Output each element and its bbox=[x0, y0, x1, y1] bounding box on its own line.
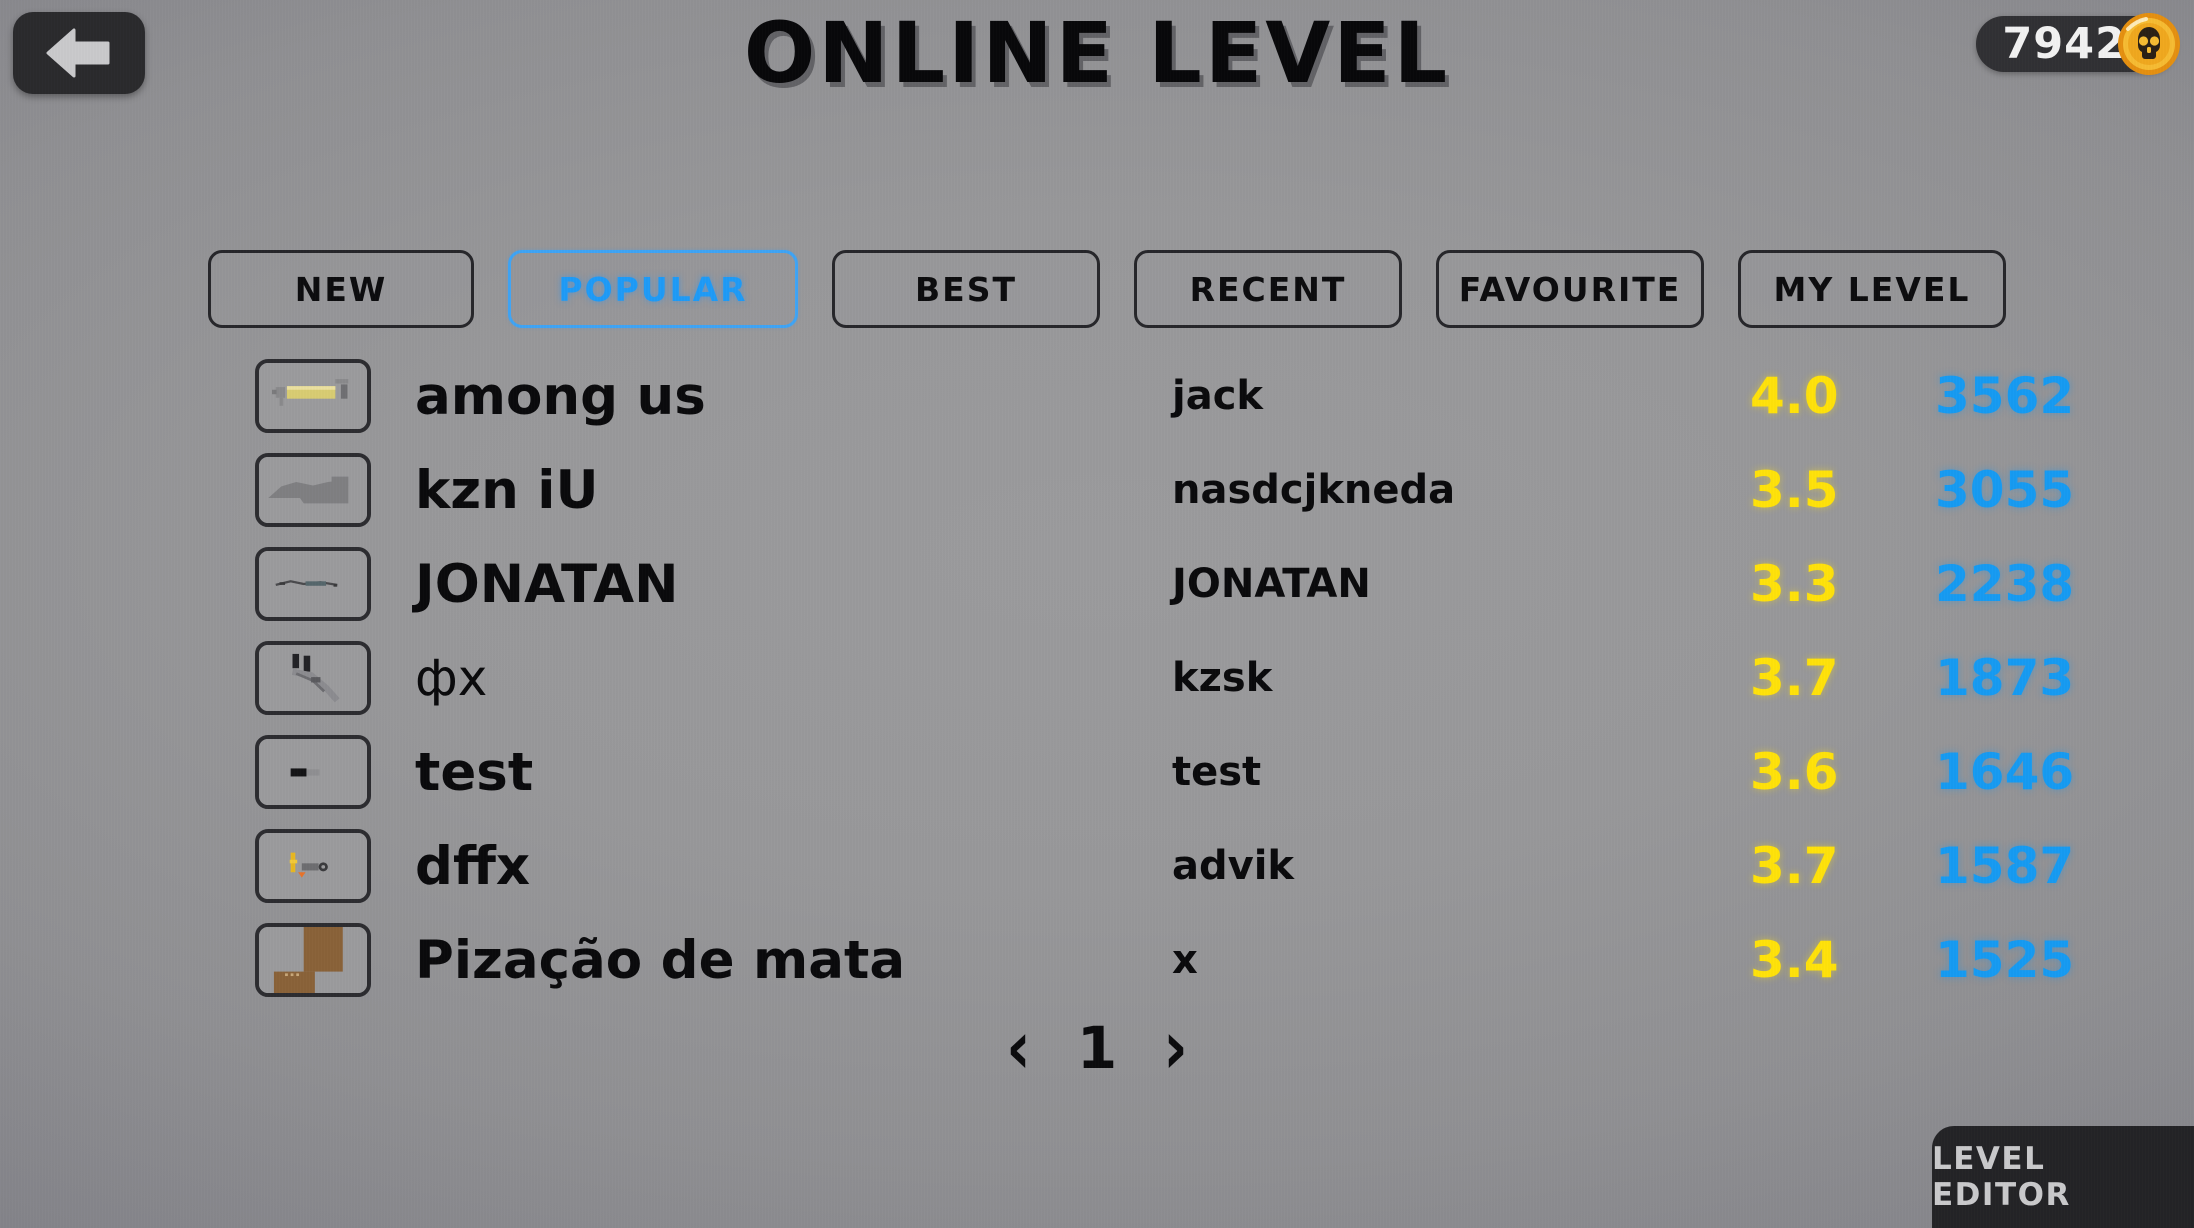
level-author: jack bbox=[1172, 373, 1264, 419]
level-rating: 3.6 bbox=[1750, 743, 1839, 801]
level-thumbnail[interactable] bbox=[255, 735, 371, 809]
level-thumbnail[interactable] bbox=[255, 641, 371, 715]
level-thumbnail[interactable] bbox=[255, 547, 371, 621]
level-plays: 2238 bbox=[1935, 555, 2075, 613]
level-editor-button[interactable]: LEVEL EDITOR bbox=[1932, 1126, 2194, 1228]
level-name: Pização de mata bbox=[415, 929, 906, 991]
level-author: x bbox=[1172, 937, 1198, 983]
coin-amount: 7942 bbox=[2002, 18, 2126, 69]
level-name: kzn iU bbox=[415, 459, 599, 521]
current-page-number: 1 bbox=[1076, 1014, 1118, 1082]
level-thumbnail[interactable] bbox=[255, 359, 371, 433]
level-row[interactable]: test test 3.6 1646 bbox=[0, 725, 2194, 819]
level-rating: 3.7 bbox=[1750, 649, 1839, 707]
level-row[interactable]: Pização de mata x 3.4 1525 bbox=[0, 913, 2194, 1007]
level-rating: 4.0 bbox=[1750, 367, 1839, 425]
level-plays: 3562 bbox=[1935, 367, 2075, 425]
level-name: among us bbox=[415, 365, 706, 427]
level-author: test bbox=[1172, 749, 1262, 795]
tab-favourite[interactable]: FAVOURITE bbox=[1436, 250, 1704, 328]
level-rating: 3.5 bbox=[1750, 461, 1839, 519]
tab-label: MY LEVEL bbox=[1773, 269, 1971, 309]
level-name: dffx bbox=[415, 835, 531, 897]
tab-label: NEW bbox=[294, 269, 388, 309]
next-page-button[interactable]: › bbox=[1163, 1011, 1188, 1086]
level-thumbnail[interactable] bbox=[255, 923, 371, 997]
level-rating: 3.7 bbox=[1750, 837, 1839, 895]
tab-label: RECENT bbox=[1189, 269, 1347, 309]
tab-my-level[interactable]: MY LEVEL bbox=[1738, 250, 2006, 328]
level-name: фx bbox=[415, 649, 488, 707]
level-name: test bbox=[415, 741, 534, 803]
tab-recent[interactable]: RECENT bbox=[1134, 250, 1402, 328]
level-plays: 3055 bbox=[1935, 461, 2075, 519]
level-plays: 1525 bbox=[1935, 931, 2075, 989]
tab-bar: NEW POPULAR BEST RECENT FAVOURITE MY LEV… bbox=[208, 250, 2006, 328]
tab-best[interactable]: BEST bbox=[832, 250, 1100, 328]
game-screen: ONLINE LEVEL 7942 NEW POPULAR BEST RECEN… bbox=[0, 0, 2194, 1228]
level-row[interactable]: JONATAN JONATAN 3.3 2238 bbox=[0, 537, 2194, 631]
level-row[interactable]: dffx advik 3.7 1587 bbox=[0, 819, 2194, 913]
level-plays: 1873 bbox=[1935, 649, 2075, 707]
level-row[interactable]: among us jack 4.0 3562 bbox=[0, 349, 2194, 443]
tab-label: POPULAR bbox=[558, 269, 748, 309]
page-title: ONLINE LEVEL bbox=[743, 4, 1451, 102]
pagination: ‹ 1 › bbox=[0, 1011, 2194, 1086]
level-thumbnail[interactable] bbox=[255, 453, 371, 527]
level-row[interactable]: kzn iU nasdcjkneda 3.5 3055 bbox=[0, 443, 2194, 537]
level-editor-label: LEVEL EDITOR bbox=[1932, 1141, 2071, 1213]
level-name: JONATAN bbox=[415, 553, 679, 615]
coin-counter: 7942 bbox=[1976, 13, 2180, 75]
level-list: among us jack 4.0 3562 kzn iU nasdcjkned… bbox=[0, 349, 2194, 1007]
level-thumbnail[interactable] bbox=[255, 829, 371, 903]
level-author: advik bbox=[1172, 843, 1295, 889]
level-author: kzsk bbox=[1172, 655, 1273, 701]
level-author: nasdcjkneda bbox=[1172, 467, 1456, 513]
tab-label: BEST bbox=[915, 269, 1017, 309]
level-plays: 1587 bbox=[1935, 837, 2075, 895]
level-rating: 3.4 bbox=[1750, 931, 1839, 989]
skull-coin-icon bbox=[2116, 11, 2182, 77]
tab-popular[interactable]: POPULAR bbox=[508, 250, 798, 328]
prev-page-button[interactable]: ‹ bbox=[1006, 1011, 1031, 1086]
level-row[interactable]: фx kzsk 3.7 1873 bbox=[0, 631, 2194, 725]
tab-new[interactable]: NEW bbox=[208, 250, 474, 328]
level-author: JONATAN bbox=[1172, 561, 1371, 607]
level-rating: 3.3 bbox=[1750, 555, 1839, 613]
level-plays: 1646 bbox=[1935, 743, 2075, 801]
tab-label: FAVOURITE bbox=[1458, 269, 1682, 309]
